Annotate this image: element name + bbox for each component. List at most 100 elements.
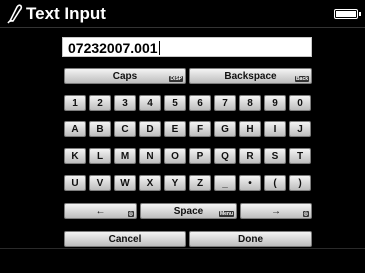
key-f[interactable]: F <box>189 121 211 137</box>
key-4[interactable]: 4 <box>139 95 161 111</box>
key-t[interactable]: T <box>289 148 311 164</box>
key-5-label: 5 <box>172 97 178 109</box>
key-d-label: D <box>146 123 154 135</box>
done-button-label: Done <box>238 233 263 245</box>
key-b[interactable]: B <box>89 121 111 137</box>
key-p-label: P <box>196 150 204 162</box>
key-o-label: O <box>171 150 179 162</box>
key-w-label: W <box>120 177 130 189</box>
bottom-bar <box>0 248 365 273</box>
key-y[interactable]: Y <box>164 175 186 191</box>
key-0-label: 0 <box>297 97 303 109</box>
key-h-label: H <box>246 123 254 135</box>
key-l[interactable]: L <box>89 148 111 164</box>
key-r-label: R <box>246 150 254 162</box>
key-9[interactable]: 9 <box>264 95 286 111</box>
key-6-label: 6 <box>197 97 203 109</box>
key-underscore-label: _ <box>222 177 228 189</box>
key-e[interactable]: E <box>164 121 186 137</box>
key-8[interactable]: 8 <box>239 95 261 111</box>
battery-icon <box>334 9 361 19</box>
key-t-label: T <box>296 150 304 162</box>
key-l-label: L <box>96 150 104 162</box>
backspace-button[interactable]: Backspace Back <box>189 68 312 84</box>
key-e-label: E <box>171 123 179 135</box>
key-m-label: M <box>120 150 130 162</box>
key-s[interactable]: S <box>264 148 286 164</box>
key-i[interactable]: I <box>264 121 286 137</box>
key-r[interactable]: R <box>239 148 261 164</box>
key-7[interactable]: 7 <box>214 95 236 111</box>
key-f-label: F <box>196 123 204 135</box>
key-u[interactable]: U <box>64 175 86 191</box>
key-g[interactable]: G <box>214 121 236 137</box>
key-paren-open[interactable]: ( <box>264 175 286 191</box>
pencil-icon <box>7 4 23 24</box>
text-cursor <box>158 41 160 55</box>
menu-hint-icon: Menu <box>218 211 234 217</box>
backspace-button-label: Backspace <box>224 70 277 82</box>
cursor-left-button[interactable]: ← ◎ <box>64 203 137 219</box>
key-g-label: G <box>221 123 229 135</box>
key-a[interactable]: A <box>64 121 86 137</box>
key-c[interactable]: C <box>114 121 136 137</box>
key-dot-label: • <box>248 177 252 189</box>
key-3[interactable]: 3 <box>114 95 136 111</box>
key-v[interactable]: V <box>89 175 111 191</box>
key-paren-close[interactable]: ) <box>289 175 311 191</box>
cursor-right-button-label: → <box>271 205 281 217</box>
key-underscore[interactable]: _ <box>214 175 236 191</box>
key-2-label: 2 <box>97 97 103 109</box>
input-value: 07232007.001 <box>68 40 160 56</box>
key-x[interactable]: X <box>139 175 161 191</box>
key-m[interactable]: M <box>114 148 136 164</box>
cursor-left-button-label: ← <box>95 205 106 217</box>
key-7-label: 7 <box>222 97 228 109</box>
key-6[interactable]: 6 <box>189 95 211 111</box>
cursor-right-button[interactable]: → ◎ <box>240 203 312 219</box>
key-h[interactable]: H <box>239 121 261 137</box>
arrow-right-icon: ◎ <box>302 211 309 217</box>
text-input-field[interactable]: 07232007.001 <box>62 37 312 57</box>
key-8-label: 8 <box>247 97 253 109</box>
key-3-label: 3 <box>122 97 128 109</box>
key-1[interactable]: 1 <box>64 95 86 111</box>
caps-button[interactable]: Caps DISP <box>64 68 186 84</box>
key-n-label: N <box>146 150 154 162</box>
key-9-label: 9 <box>272 97 278 109</box>
key-j[interactable]: J <box>289 121 311 137</box>
key-k-label: K <box>71 150 79 162</box>
key-v-label: V <box>96 177 104 189</box>
key-dot[interactable]: • <box>239 175 261 191</box>
key-o[interactable]: O <box>164 148 186 164</box>
space-button[interactable]: Space Menu <box>140 203 237 219</box>
key-i-label: I <box>273 123 277 135</box>
key-p[interactable]: P <box>189 148 211 164</box>
key-0[interactable]: 0 <box>289 95 311 111</box>
key-z-label: Z <box>196 177 204 189</box>
key-d[interactable]: D <box>139 121 161 137</box>
cancel-button[interactable]: Cancel <box>64 231 186 247</box>
key-5[interactable]: 5 <box>164 95 186 111</box>
key-a-label: A <box>71 123 79 135</box>
key-q[interactable]: Q <box>214 148 236 164</box>
key-w[interactable]: W <box>114 175 136 191</box>
key-c-label: C <box>121 123 129 135</box>
caps-button-label: Caps <box>112 70 138 82</box>
key-q-label: Q <box>221 150 229 162</box>
key-paren-close-label: ) <box>298 177 302 189</box>
key-z[interactable]: Z <box>189 175 211 191</box>
key-j-label: J <box>297 123 303 135</box>
page-title: Text Input <box>26 4 106 23</box>
key-b-label: B <box>96 123 104 135</box>
space-button-label: Space <box>173 205 204 217</box>
key-k[interactable]: K <box>64 148 86 164</box>
key-n[interactable]: N <box>139 148 161 164</box>
back-hint-icon: Back <box>295 76 309 82</box>
disp-hint-icon: DISP <box>169 76 183 82</box>
cancel-button-label: Cancel <box>108 233 142 245</box>
done-button[interactable]: Done <box>189 231 312 247</box>
arrow-left-icon: ◎ <box>127 211 134 217</box>
key-s-label: S <box>271 150 279 162</box>
key-2[interactable]: 2 <box>89 95 111 111</box>
